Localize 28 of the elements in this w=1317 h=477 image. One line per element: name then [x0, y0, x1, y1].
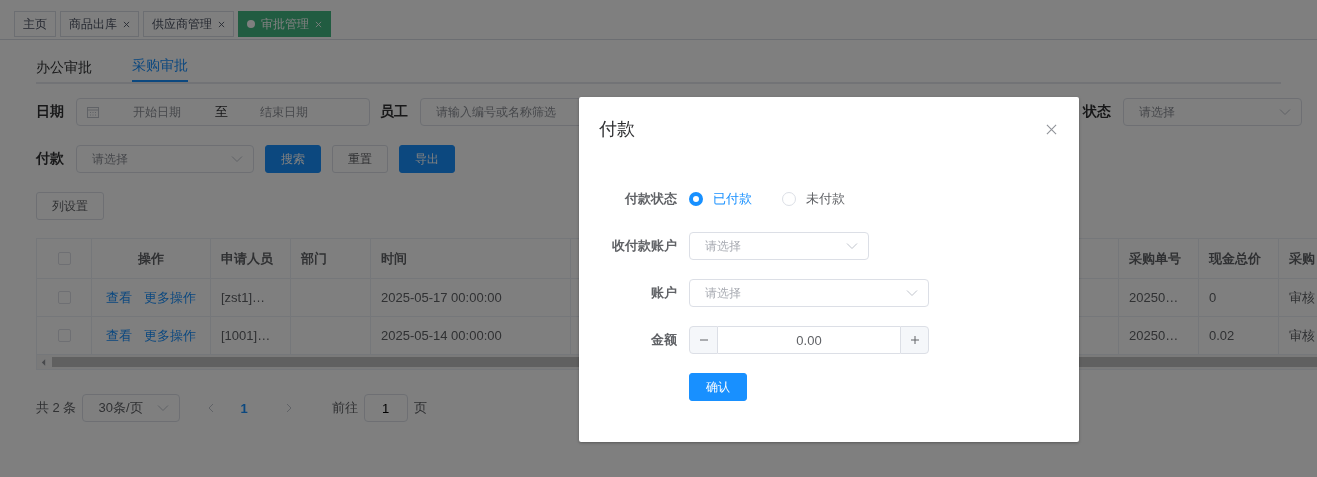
table-cell: 20250…	[1119, 317, 1199, 354]
table-cell: 0.02	[1199, 317, 1279, 354]
form-label: 金额	[650, 331, 678, 349]
table-cell: [1001]…	[211, 317, 291, 354]
column-header: 现金总价	[1199, 239, 1279, 278]
goto-label: 前往	[331, 399, 358, 417]
table-cell-text: 审核	[1288, 288, 1316, 307]
field-label: 日期	[36, 103, 65, 121]
column-header: 操作	[92, 239, 211, 278]
form-label: 付款状态	[623, 190, 678, 208]
form-label: 账户	[650, 284, 678, 302]
page-suffix: 页	[413, 399, 427, 417]
field-label: 状态	[1083, 103, 1112, 121]
table-cell: 2025-05-17 00:00:00	[371, 279, 571, 316]
form-label: 收付款账户	[611, 237, 678, 255]
table-cell-text: 审核	[1288, 326, 1316, 345]
table-cell: 2025-05-14 00:00:00	[371, 317, 571, 354]
column-header: 时间	[371, 239, 571, 278]
table-cell: 0	[1199, 279, 1279, 316]
table-cell: [zst1]…	[211, 279, 291, 316]
column-header: 部门	[291, 239, 371, 278]
field-label: 员工	[380, 103, 409, 121]
field-label: 付款	[36, 150, 65, 168]
column-header: 采购单号	[1119, 239, 1199, 278]
table-cell: 20250…	[1119, 279, 1199, 316]
column-header: 采购	[1288, 249, 1316, 268]
column-header: 申请人员	[211, 239, 291, 278]
total-count: 共 2 条	[36, 399, 77, 417]
